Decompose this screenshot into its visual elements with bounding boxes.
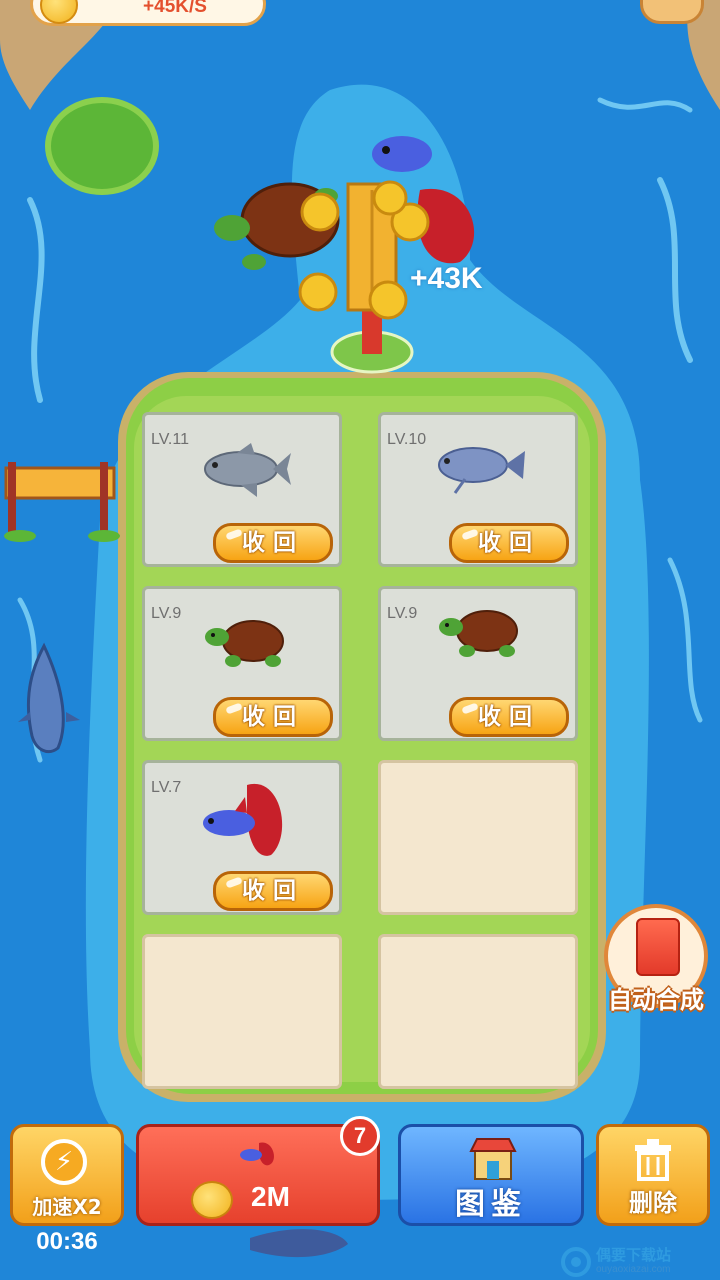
recall-button[interactable]: 收回 xyxy=(449,523,569,563)
recall-button[interactable]: 收回 xyxy=(213,697,333,737)
speed-up-button[interactable]: ⚡ 加速X2 xyxy=(10,1124,124,1226)
gourami-fish-icon xyxy=(438,447,525,494)
recall-button[interactable]: 收回 xyxy=(213,871,333,911)
watermark-text: 偶要下载站 xyxy=(596,1246,672,1264)
silver-fish-icon xyxy=(204,443,291,497)
watermark-logo-icon xyxy=(561,1247,591,1277)
slot-5[interactable]: LV.7 收回 xyxy=(142,760,342,915)
recall-button[interactable]: 收回 xyxy=(449,697,569,737)
floating-gain-text: +43K xyxy=(410,262,483,295)
buy-count-badge: 7 xyxy=(340,1116,380,1156)
auto-merge-label: 自动合成 xyxy=(608,986,704,1014)
lightning-icon: ⚡ xyxy=(41,1139,87,1185)
slot-level: LV.9 xyxy=(387,605,418,622)
slot-1[interactable]: LV.11 收回 xyxy=(142,412,342,567)
trash-icon xyxy=(635,1139,671,1181)
settings-button[interactable] xyxy=(640,0,704,24)
slot-4[interactable]: LV.9 收回 xyxy=(378,586,578,741)
watermark-subtext: ouyaoxiazai.com xyxy=(596,1264,671,1275)
slot-6-empty[interactable] xyxy=(378,760,578,915)
delete-button[interactable]: 删除 xyxy=(596,1124,710,1226)
slot-level: LV.10 xyxy=(387,431,427,448)
recall-button[interactable]: 收回 xyxy=(213,523,333,563)
coin-icon xyxy=(191,1181,233,1219)
income-rate-text: +45K/S xyxy=(143,0,207,17)
watermark: 偶要下载站 ouyaoxiazai.com xyxy=(560,1244,718,1280)
buy-price: 2M xyxy=(251,1181,290,1212)
shop-icon xyxy=(469,1138,517,1180)
auto-merge-card-icon xyxy=(636,918,680,976)
slot-level: LV.7 xyxy=(151,779,182,796)
fish-icon xyxy=(240,1142,274,1166)
slot-level: LV.9 xyxy=(151,605,182,622)
slot-3[interactable]: LV.9 收回 xyxy=(142,586,342,741)
auto-merge-button[interactable]: 自动合成 xyxy=(602,904,712,1014)
pond-background xyxy=(0,0,720,1280)
speed-timer: 00:36 xyxy=(36,1228,98,1255)
slot-8-empty[interactable] xyxy=(378,934,578,1089)
slot-7-empty[interactable] xyxy=(142,934,342,1089)
slot-level: LV.11 xyxy=(151,431,189,448)
delete-label: 删除 xyxy=(629,1189,677,1217)
turtle-icon xyxy=(205,620,284,667)
atlas-label: 图鉴 xyxy=(455,1187,527,1222)
atlas-button[interactable]: 图鉴 xyxy=(398,1124,584,1226)
speed-up-label: 加速X2 xyxy=(32,1195,102,1219)
slot-2[interactable]: LV.10 收回 xyxy=(378,412,578,567)
betta-fish-icon xyxy=(203,783,283,856)
turtle-icon xyxy=(439,610,518,657)
